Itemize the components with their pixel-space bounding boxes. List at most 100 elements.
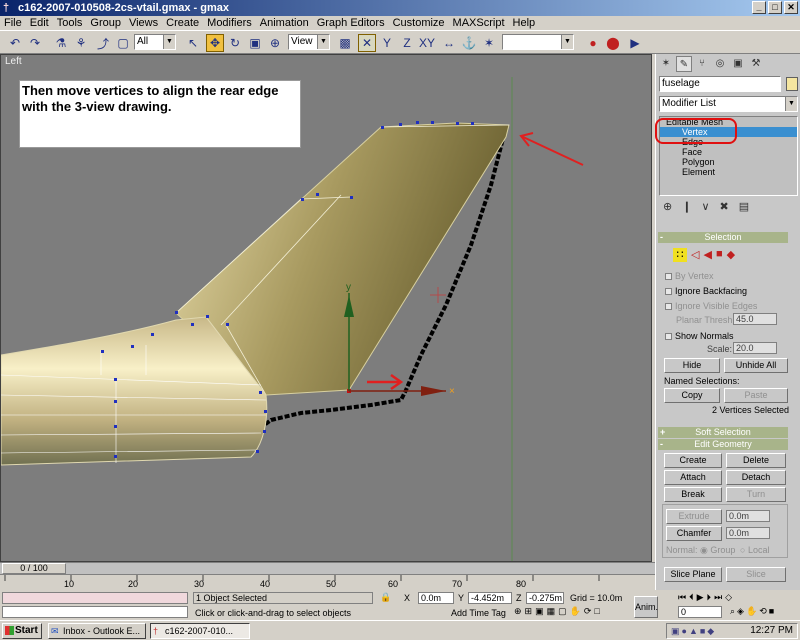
- paste-button[interactable]: Paste: [724, 388, 788, 403]
- tray-icons[interactable]: ▣●▲■◆: [671, 624, 716, 638]
- selection-rollout-header[interactable]: - Selection: [658, 232, 788, 243]
- close-button[interactable]: ✕: [784, 1, 798, 14]
- show-normals-checkbox[interactable]: Show Normals: [665, 331, 734, 341]
- previous-frame-icon[interactable]: ⏴: [689, 592, 694, 603]
- clock[interactable]: 12:27 PM: [750, 625, 793, 636]
- slice-button[interactable]: Slice: [726, 567, 786, 582]
- normal-scale-spinner[interactable]: 20.0: [733, 342, 777, 354]
- stack-item-element[interactable]: Element: [660, 167, 797, 177]
- bind-icon[interactable]: ⤴: [94, 34, 112, 52]
- go-to-end-icon[interactable]: ⏭: [714, 592, 722, 603]
- hide-button[interactable]: Hide: [664, 358, 720, 373]
- use-center-icon[interactable]: ▩: [336, 34, 354, 52]
- planar-thresh-spinner[interactable]: 45.0: [733, 313, 777, 325]
- material-editor-icon[interactable]: ●: [584, 34, 602, 52]
- taskbar-item-gmax[interactable]: † c162-2007-010...: [150, 623, 250, 639]
- rotate-icon[interactable]: ↻: [226, 34, 244, 52]
- configure-modifiers-icon[interactable]: ▤: [739, 200, 749, 218]
- unlink-icon[interactable]: ⚘: [72, 34, 90, 52]
- mirror-icon[interactable]: ↔: [440, 34, 458, 52]
- slice-plane-button[interactable]: Slice Plane: [664, 567, 722, 582]
- quick-render-icon[interactable]: ▶: [626, 34, 644, 52]
- chamfer-spinner[interactable]: 0.0m: [726, 527, 770, 539]
- menu-group[interactable]: Group: [86, 16, 125, 30]
- scale-icon[interactable]: ▣: [246, 34, 264, 52]
- by-vertex-checkbox[interactable]: By Vertex: [665, 271, 714, 281]
- track-bar[interactable]: 10 20 30 40 50 60 70 80: [0, 574, 655, 590]
- normal-group-radio[interactable]: ◉ Group: [700, 545, 735, 556]
- orbit-icon[interactable]: ⟲: [759, 606, 767, 617]
- pin-stack-icon[interactable]: ⊕: [663, 200, 672, 218]
- normal-local-radio[interactable]: ○ Local: [740, 545, 769, 555]
- pivot-icon[interactable]: ⊕: [266, 34, 284, 52]
- zoom-extents-icon[interactable]: ▣: [535, 606, 544, 617]
- next-frame-icon[interactable]: ⏵: [707, 592, 712, 603]
- play-icon[interactable]: ▶: [697, 592, 704, 603]
- region-zoom-icon[interactable]: ▢: [558, 606, 567, 617]
- create-button[interactable]: Create: [664, 453, 722, 468]
- menu-tools[interactable]: Tools: [53, 16, 87, 30]
- extrude-spinner[interactable]: 0.0m: [726, 510, 770, 522]
- ignore-visible-edges-checkbox[interactable]: Ignore Visible Edges: [665, 301, 757, 311]
- select-icon[interactable]: ↖: [184, 34, 202, 52]
- turn-button[interactable]: Turn: [726, 487, 786, 502]
- min-max-toggle-icon[interactable]: ■: [769, 606, 774, 617]
- arc-rotate-icon[interactable]: ⟳: [584, 606, 592, 617]
- time-slider-bar[interactable]: 0 / 100: [0, 562, 655, 574]
- animate-button[interactable]: Anim.: [634, 596, 658, 618]
- make-unique-icon[interactable]: ∨: [701, 200, 709, 218]
- menu-edit[interactable]: Edit: [26, 16, 53, 30]
- copy-button[interactable]: Copy: [664, 388, 720, 403]
- menu-customize[interactable]: Customize: [389, 16, 449, 30]
- maximize-button[interactable]: □: [768, 1, 782, 14]
- stack-item-polygon[interactable]: Polygon: [660, 157, 797, 167]
- break-button[interactable]: Break: [664, 487, 722, 502]
- go-to-start-icon[interactable]: ⏮: [678, 592, 686, 603]
- minimize-button[interactable]: _: [752, 1, 766, 14]
- delete-button[interactable]: Delete: [726, 453, 786, 468]
- attach-button[interactable]: Attach: [664, 470, 722, 485]
- menu-modifiers[interactable]: Modifiers: [203, 16, 256, 30]
- polygon-level-icon[interactable]: ■: [716, 248, 723, 262]
- link-icon[interactable]: ⚗: [52, 34, 70, 52]
- select-region-icon[interactable]: ▢: [114, 34, 132, 52]
- reference-coord-dropdown[interactable]: View ▼: [288, 34, 330, 50]
- object-color-swatch[interactable]: [786, 77, 798, 91]
- move-icon[interactable]: ✥: [206, 34, 224, 52]
- display-tab-icon[interactable]: ▣: [730, 56, 746, 72]
- zoom-extents-all-icon[interactable]: ▦: [547, 606, 556, 617]
- axis-z-icon[interactable]: Z: [398, 34, 416, 52]
- menu-views[interactable]: Views: [125, 16, 162, 30]
- extrude-button[interactable]: Extrude: [666, 509, 722, 524]
- start-button[interactable]: Start: [2, 623, 42, 639]
- key-mode-icon[interactable]: ◇: [725, 592, 732, 603]
- axis-y-icon[interactable]: Y: [378, 34, 396, 52]
- selection-filter-dropdown[interactable]: All ▼: [134, 34, 176, 50]
- taskbar-item-outlook[interactable]: ✉ Inbox - Outlook E...: [48, 623, 146, 639]
- render-icon[interactable]: ⬤: [604, 34, 622, 52]
- named-selection-dropdown[interactable]: ▼: [502, 34, 574, 50]
- utilities-tab-icon[interactable]: ⚒: [748, 56, 764, 72]
- zoom-icon[interactable]: ⊕: [514, 606, 522, 617]
- maxscript-listener-mini[interactable]: [2, 592, 188, 604]
- maxscript-input-mini[interactable]: [2, 606, 188, 618]
- menu-animation[interactable]: Animation: [256, 16, 313, 30]
- menu-maxscript[interactable]: MAXScript: [449, 16, 509, 30]
- hand-pan-icon[interactable]: ✋: [746, 606, 757, 617]
- zoom-all-icon[interactable]: ⊞: [525, 606, 533, 617]
- field-of-view-icon[interactable]: ◈: [737, 606, 744, 617]
- time-slider[interactable]: 0 / 100: [2, 563, 66, 574]
- remove-modifier-icon[interactable]: ✖: [720, 200, 729, 218]
- detach-button[interactable]: Detach: [726, 470, 786, 485]
- face-level-icon[interactable]: ◀: [703, 248, 711, 262]
- align-icon[interactable]: ⚓: [460, 34, 478, 52]
- edit-geometry-rollout-header[interactable]: - Edit Geometry: [658, 439, 788, 450]
- create-tab-icon[interactable]: ✶: [658, 56, 674, 72]
- redo-icon[interactable]: ↷: [26, 34, 44, 52]
- menu-file[interactable]: File: [0, 16, 26, 30]
- y-coordinate-field[interactable]: -4.452m: [468, 592, 512, 604]
- zoom-region-icon[interactable]: ⌕: [730, 606, 735, 617]
- chamfer-button[interactable]: Chamfer: [666, 526, 722, 541]
- menu-create[interactable]: Create: [162, 16, 203, 30]
- element-level-icon[interactable]: ◆: [727, 248, 735, 262]
